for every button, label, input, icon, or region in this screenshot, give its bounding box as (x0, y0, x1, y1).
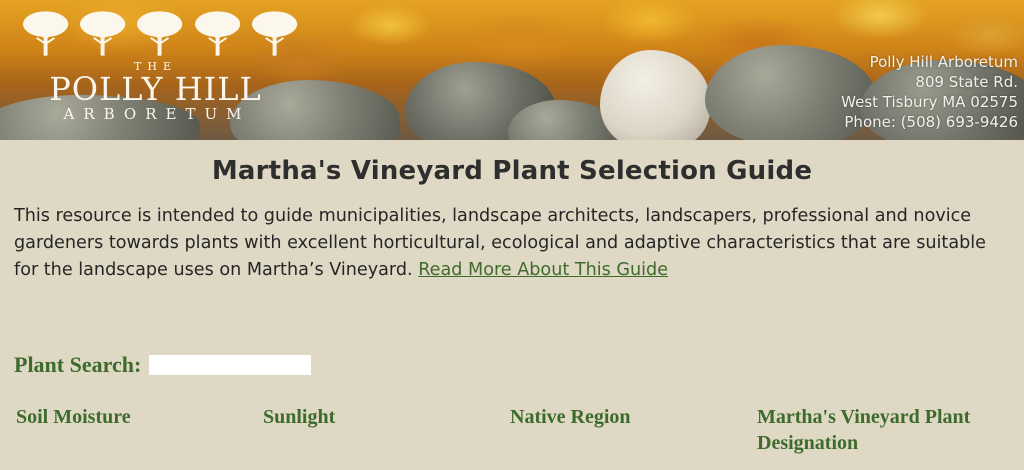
filter-soil-moisture[interactable]: Soil Moisture (16, 404, 263, 456)
intro-paragraph: This resource is intended to guide munic… (14, 203, 1012, 284)
phone-number: Phone: (508) 693-9426 (844, 113, 1018, 131)
tree-icons (20, 8, 300, 58)
site-header: THE POLLY HILL ARBORETUM Polly Hill Arbo… (0, 0, 1024, 140)
tree-icon (137, 11, 183, 56)
page-title: Martha's Vineyard Plant Selection Guide (211, 156, 813, 186)
tree-icon (194, 11, 240, 56)
contact-address: Polly Hill Arboretum 809 State Rd. West … (841, 52, 1018, 132)
address-line-2: 809 State Rd. (915, 73, 1018, 91)
address-line-3: West Tisbury MA 02575 (841, 93, 1018, 111)
filter-native-region[interactable]: Native Region (510, 404, 757, 456)
logo-name: POLLY HILL (49, 70, 262, 108)
filter-plant-designation[interactable]: Martha's Vineyard Plant Designation (757, 404, 997, 456)
tree-icon (80, 11, 126, 56)
tree-icon (22, 11, 69, 56)
tree-icon (251, 11, 298, 56)
main-content: Martha's Vineyard Plant Selection Guide … (0, 156, 1024, 456)
filter-sunlight[interactable]: Sunlight (263, 404, 510, 456)
plant-search-label: Plant Search: (14, 352, 142, 377)
filter-headers: Soil Moisture Sunlight Native Region Mar… (16, 404, 1008, 456)
plant-search-input[interactable] (149, 355, 312, 375)
address-line-1: Polly Hill Arboretum (869, 53, 1018, 71)
read-more-link[interactable]: Read More About This Guide (418, 260, 668, 280)
plant-search-row: Plant Search: (14, 352, 1008, 378)
site-logo[interactable]: THE POLLY HILL ARBORETUM (18, 8, 300, 128)
